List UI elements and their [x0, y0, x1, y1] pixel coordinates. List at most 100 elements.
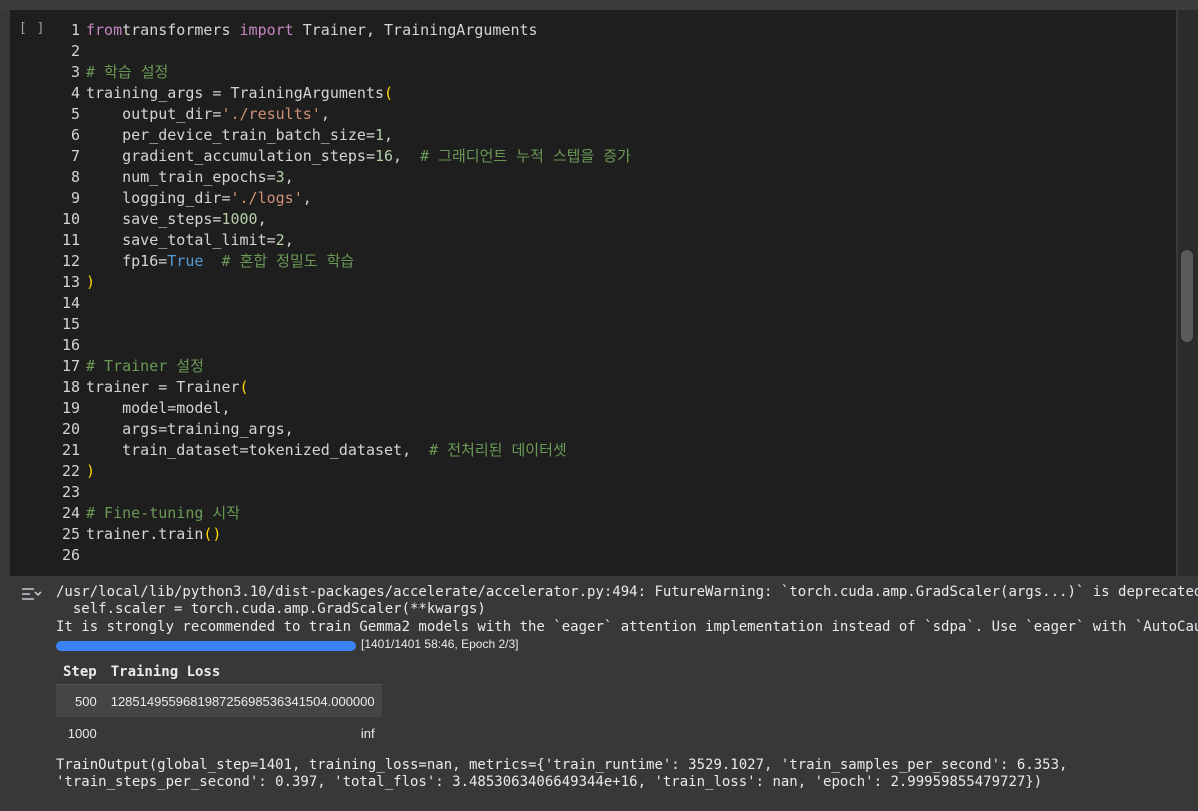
code-token: , — [302, 189, 312, 207]
cell-top-border — [0, 0, 1198, 10]
table-header-row: Step Training Loss — [56, 660, 382, 685]
code-line: 22) — [10, 461, 95, 482]
code-text: train_dataset=tokenized_dataset, # 전처리된 … — [86, 440, 567, 461]
code-text: args=training_args, — [86, 419, 294, 440]
line-number: 3 — [70, 63, 80, 81]
code-token: train_dataset=tokenized_dataset, — [86, 441, 430, 459]
code-line: 15 — [10, 314, 80, 335]
code-line: 12 fp16=True # 혼합 정밀도 학습 — [10, 251, 354, 272]
code-editor[interactable]: 1 fromtransformers import Trainer, Traini… — [10, 10, 1176, 576]
code-token: model=model, — [86, 399, 231, 417]
code-token: save_steps= — [86, 210, 222, 228]
code-token: True — [167, 252, 204, 270]
loss-cell: 128514955968198725698536341504.000000 — [103, 684, 382, 717]
code-token: 1 — [374, 126, 385, 144]
line-number: 7 — [70, 147, 80, 165]
code-token: output_dir= — [86, 105, 222, 123]
warning-line-3: It is strongly recommended to train Gemm… — [56, 619, 1198, 635]
output-actions-icon[interactable] — [20, 586, 42, 602]
scrollbar-thumb[interactable] — [1181, 250, 1193, 342]
code-text: save_steps=1000, — [86, 209, 267, 230]
line-number: 2 — [70, 42, 80, 60]
line-number: 24 — [61, 504, 80, 522]
loss-cell: inf — [360, 725, 375, 741]
code-token: Trainer, TrainingArguments — [293, 21, 538, 39]
code-token: # 학습 설정 — [86, 63, 169, 81]
code-line: 18 trainer = Trainer( — [10, 377, 249, 398]
line-number: 17 — [61, 357, 80, 375]
code-text: gradient_accumulation_steps=16, # 그래디언트 … — [86, 146, 631, 167]
line-number: 6 — [70, 126, 80, 144]
line-number: 5 — [70, 105, 80, 123]
code-token: # 전처리된 데이터셋 — [429, 441, 567, 459]
line-number: 14 — [61, 294, 80, 312]
code-line: 21 train_dataset=tokenized_dataset, # 전처… — [10, 440, 567, 461]
code-token: trainer.train — [86, 525, 204, 543]
line-number: 4 — [70, 84, 80, 102]
column-header-training-loss: Training Loss — [110, 664, 221, 680]
line-number: 26 — [61, 546, 80, 564]
code-token: per_device_train_batch_size= — [86, 126, 375, 144]
code-line: 24 # Fine-tuning 시작 — [10, 503, 240, 524]
code-token: , — [284, 168, 294, 186]
code-token: ( — [384, 84, 394, 102]
code-text: per_device_train_batch_size=1, — [86, 125, 393, 146]
line-number: 19 — [61, 399, 80, 417]
code-token: # Fine-tuning 시작 — [86, 504, 241, 522]
code-line: 11 save_total_limit=2, — [10, 230, 294, 251]
step-cell: 1000 — [67, 725, 97, 741]
line-number: 12 — [61, 252, 80, 270]
code-text: # Fine-tuning 시작 — [86, 503, 240, 524]
code-token: trainer = Trainer — [86, 378, 240, 396]
code-token: args=training_args, — [86, 420, 294, 438]
line-number: 13 — [61, 273, 80, 291]
code-token: './results' — [221, 105, 321, 123]
code-token: from — [86, 21, 123, 39]
code-line: 6 per_device_train_batch_size=1, — [10, 125, 393, 146]
code-line: 2 — [10, 41, 80, 62]
code-token: 2 — [275, 231, 285, 249]
code-line: 17 # Trainer 설정 — [10, 356, 204, 377]
line-number: 21 — [61, 441, 80, 459]
code-token: 3 — [275, 168, 285, 186]
code-token: # 혼합 정밀도 학습 — [221, 252, 355, 270]
code-text: ) — [86, 272, 95, 293]
line-number: 10 — [61, 210, 80, 228]
code-token: gradient_accumulation_steps= — [86, 147, 375, 165]
training-loss-table: Step Training Loss 500 12851495596819872… — [56, 660, 382, 749]
code-token: , — [320, 105, 330, 123]
code-token: './logs' — [230, 189, 303, 207]
code-line: 25 trainer.train() — [10, 524, 222, 545]
code-token: # 그래디언트 누적 스텝을 증가 — [420, 147, 631, 165]
code-token: 16 — [374, 147, 394, 165]
code-text: ) — [86, 461, 95, 482]
step-cell: 500 — [56, 684, 104, 717]
code-token: num_train_epochs= — [86, 168, 276, 186]
code-text: fromtransformers import Trainer, Trainin… — [86, 20, 538, 41]
line-number: 9 — [70, 189, 80, 207]
code-line: 26 — [10, 545, 80, 566]
code-text: # 학습 설정 — [86, 62, 168, 83]
train-output-line-2: 'train_steps_per_second': 0.397, 'total_… — [56, 774, 1043, 790]
code-token: save_total_limit= — [86, 231, 276, 249]
table-row: 1000 inf — [56, 717, 382, 749]
code-token: ( — [239, 378, 249, 396]
code-line: 3 # 학습 설정 — [10, 62, 168, 83]
code-line: 16 — [10, 335, 80, 356]
code-text: logging_dir='./logs', — [86, 188, 312, 209]
line-number: 23 — [61, 483, 80, 501]
code-token: , — [284, 231, 294, 249]
code-text: model=model, — [86, 398, 231, 419]
code-text: save_total_limit=2, — [86, 230, 294, 251]
code-line: 5 output_dir='./results', — [10, 104, 330, 125]
code-token: import — [239, 21, 294, 39]
code-line: 23 — [10, 482, 80, 503]
progress-label: [1401/1401 58:46, Epoch 2/3] — [361, 637, 519, 651]
code-text: # Trainer 설정 — [86, 356, 204, 377]
line-number: 15 — [61, 315, 80, 333]
code-token: training_args = TrainingArguments — [86, 84, 385, 102]
code-line: 20 args=training_args, — [10, 419, 294, 440]
warning-line-1: /usr/local/lib/python3.10/dist-packages/… — [56, 584, 1198, 600]
run-cell-button[interactable]: [ ] — [19, 21, 45, 36]
code-token: # Trainer 설정 — [86, 357, 204, 375]
